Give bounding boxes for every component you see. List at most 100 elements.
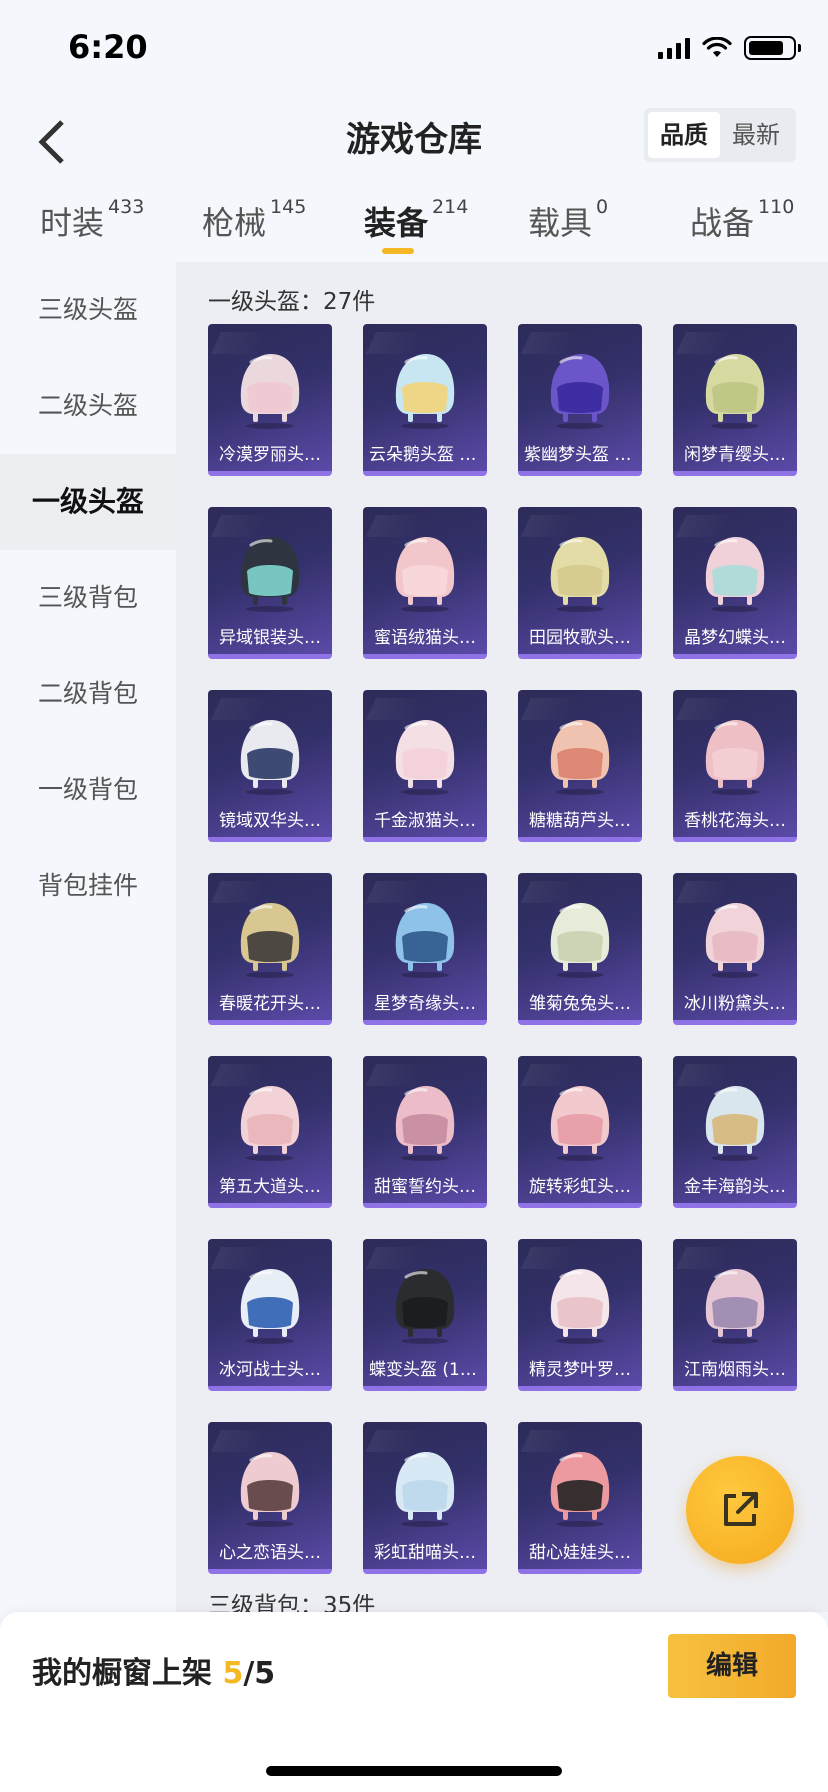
cellular-signal-icon xyxy=(658,37,690,59)
next-section-title: 三级背包：35件 xyxy=(208,1593,376,1612)
item-card[interactable]: 蜜语绒猫头… xyxy=(363,507,487,659)
item-card[interactable]: 糖糖葫芦头… xyxy=(518,690,642,842)
sidebar-item-level1-backpack[interactable]: 一级背包 xyxy=(0,742,176,838)
item-card[interactable]: 田园牧歌头… xyxy=(518,507,642,659)
item-card[interactable]: 第五大道头… xyxy=(208,1056,332,1208)
subcategory-sidebar: 三级头盔 二级头盔 一级头盔 三级背包 二级背包 一级背包 背包挂件 xyxy=(0,262,176,1612)
item-card-label: 旋转彩虹头… xyxy=(529,1177,631,1197)
item-card[interactable]: 闲梦青缨头… xyxy=(673,324,797,476)
helmet-icon xyxy=(240,1269,300,1344)
item-card-label: 糖糖葫芦头… xyxy=(529,811,631,831)
item-card-label: 彩虹甜喵头… xyxy=(374,1543,476,1563)
sidebar-item-backpack-charm[interactable]: 背包挂件 xyxy=(0,838,176,934)
sidebar-item-level2-backpack[interactable]: 二级背包 xyxy=(0,646,176,742)
item-card-label: 蝶变头盔 (1级) xyxy=(369,1360,484,1380)
item-card[interactable]: 星梦奇缘头… xyxy=(363,873,487,1025)
header: 游戏仓库 品质 最新 xyxy=(0,100,828,190)
tab-equipment[interactable]: 装备 214 xyxy=(364,196,469,244)
item-card-label: 冰川粉黛头… xyxy=(684,994,786,1014)
item-card-label: 异域银装头… xyxy=(219,628,321,648)
sort-option-newest[interactable]: 最新 xyxy=(720,112,792,158)
item-card-label: 闲梦青缨头… xyxy=(684,445,786,465)
helmet-icon xyxy=(395,354,455,429)
showcase-status: 我的橱窗上架 5/5 xyxy=(32,1648,275,1692)
sidebar-item-level3-backpack[interactable]: 三级背包 xyxy=(0,550,176,646)
showcase-bar: 我的橱窗上架 5/5 编辑 xyxy=(0,1612,828,1792)
item-card[interactable]: 冰川粉黛头… xyxy=(673,873,797,1025)
share-button[interactable] xyxy=(686,1456,794,1564)
tab-fashion[interactable]: 时装 433 xyxy=(40,196,145,244)
status-time: 6:20 xyxy=(68,28,148,66)
item-card[interactable]: 异域银装头… xyxy=(208,507,332,659)
edit-button[interactable]: 编辑 xyxy=(668,1634,796,1698)
sidebar-item-level2-helmet[interactable]: 二级头盔 xyxy=(0,358,176,454)
item-card-label: 江南烟雨头… xyxy=(684,1360,786,1380)
helmet-icon xyxy=(240,537,300,612)
helmet-icon xyxy=(395,903,455,978)
item-card[interactable]: 镜域双华头… xyxy=(208,690,332,842)
tab-count: 214 xyxy=(432,196,469,218)
item-card[interactable]: 云朵鹅头盔 (… xyxy=(363,324,487,476)
sort-option-quality[interactable]: 品质 xyxy=(648,112,720,158)
helmet-icon xyxy=(240,354,300,429)
item-card[interactable]: 冷漠罗丽头… xyxy=(208,324,332,476)
item-card[interactable]: 心之恋语头… xyxy=(208,1422,332,1574)
item-card[interactable]: 甜蜜誓约头… xyxy=(363,1056,487,1208)
item-card[interactable]: 雏菊兔兔头… xyxy=(518,873,642,1025)
item-card[interactable]: 蝶变头盔 (1级) xyxy=(363,1239,487,1391)
item-card[interactable]: 精灵梦叶罗… xyxy=(518,1239,642,1391)
helmet-icon xyxy=(240,903,300,978)
item-card[interactable]: 千金淑猫头… xyxy=(363,690,487,842)
helmet-icon xyxy=(395,1452,455,1527)
item-card-label: 晶梦幻蝶头… xyxy=(684,628,786,648)
helmet-icon xyxy=(550,1086,610,1161)
showcase-label: 我的橱窗上架 xyxy=(32,1656,212,1691)
tab-label: 时装 xyxy=(40,204,105,242)
helmet-icon xyxy=(550,1269,610,1344)
item-card-label: 云朵鹅头盔 (… xyxy=(369,445,484,465)
helmet-icon xyxy=(705,1086,765,1161)
helmet-icon xyxy=(705,903,765,978)
home-indicator xyxy=(266,1766,562,1776)
helmet-icon xyxy=(550,903,610,978)
item-card[interactable]: 彩虹甜喵头… xyxy=(363,1422,487,1574)
item-list[interactable]: 一级头盔：27件 冷漠罗丽头… 云朵鹅头盔 (… 紫幽梦头盔 (… 闲梦青缨头… 异域银… xyxy=(176,262,828,1612)
sort-toggle: 品质 最新 xyxy=(644,108,796,162)
sidebar-item-level1-helmet[interactable]: 一级头盔 xyxy=(0,454,176,550)
tab-count: 433 xyxy=(108,196,145,218)
helmet-icon xyxy=(705,720,765,795)
item-card[interactable]: 香桃花海头… xyxy=(673,690,797,842)
status-icons xyxy=(658,36,801,60)
item-card-label: 星梦奇缘头… xyxy=(374,994,476,1014)
tab-vehicles[interactable]: 载具 0 xyxy=(528,196,608,244)
helmet-icon xyxy=(240,1452,300,1527)
tab-firearms[interactable]: 枪械 145 xyxy=(202,196,306,244)
helmet-icon xyxy=(550,537,610,612)
item-card-label: 田园牧歌头… xyxy=(529,628,631,648)
item-card[interactable]: 晶梦幻蝶头… xyxy=(673,507,797,659)
item-card[interactable]: 冰河战士头… xyxy=(208,1239,332,1391)
category-tabs: 时装 433 枪械 145 装备 214 载具 0 战备 110 xyxy=(0,190,828,262)
item-card-label: 甜蜜誓约头… xyxy=(374,1177,476,1197)
helmet-icon xyxy=(395,537,455,612)
item-card-label: 冷漠罗丽头… xyxy=(219,445,321,465)
item-card[interactable]: 甜心娃娃头… xyxy=(518,1422,642,1574)
item-card-label: 甜心娃娃头… xyxy=(529,1543,631,1563)
item-card[interactable]: 紫幽梦头盔 (… xyxy=(518,324,642,476)
item-card[interactable]: 金丰海韵头… xyxy=(673,1056,797,1208)
tab-label: 装备 xyxy=(364,204,429,242)
item-card-label: 紫幽梦头盔 (… xyxy=(524,445,639,465)
item-card-label: 金丰海韵头… xyxy=(684,1177,786,1197)
sidebar-item-level3-helmet[interactable]: 三级头盔 xyxy=(0,262,176,358)
item-card-label: 精灵梦叶罗… xyxy=(529,1360,631,1380)
item-card-label: 蜜语绒猫头… xyxy=(374,628,476,648)
item-card[interactable]: 春暖花开头… xyxy=(208,873,332,1025)
helmet-icon xyxy=(705,537,765,612)
tab-label: 战备 xyxy=(690,204,755,242)
item-card-label: 香桃花海头… xyxy=(684,811,786,831)
item-card[interactable]: 江南烟雨头… xyxy=(673,1239,797,1391)
item-card[interactable]: 旋转彩虹头… xyxy=(518,1056,642,1208)
tab-label: 载具 xyxy=(528,204,593,242)
tab-combat-supplies[interactable]: 战备 110 xyxy=(690,196,794,244)
item-card-label: 雏菊兔兔头… xyxy=(529,994,631,1014)
